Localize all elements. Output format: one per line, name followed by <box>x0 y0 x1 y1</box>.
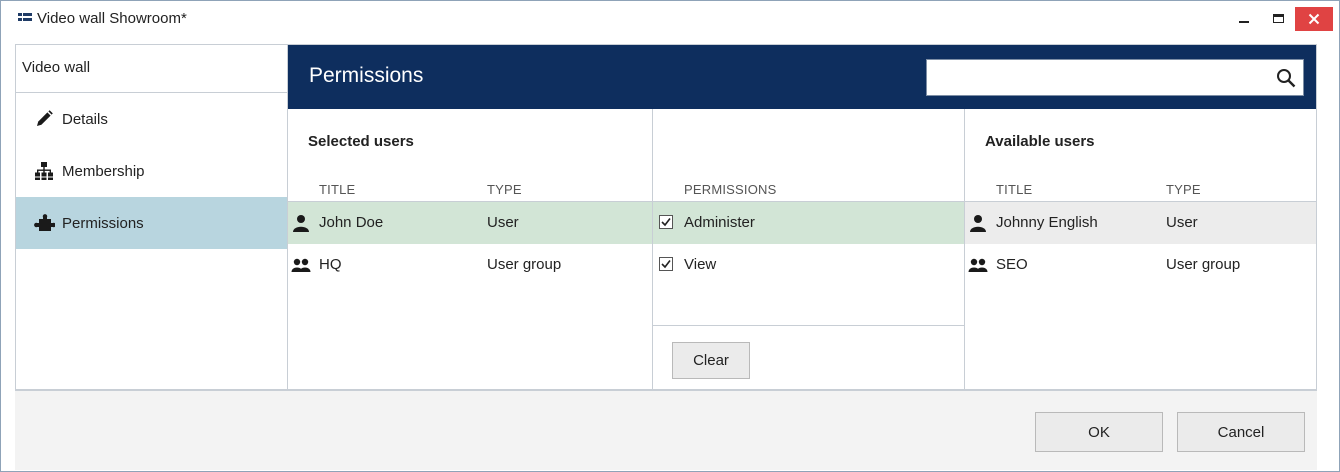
user-icon <box>970 215 986 232</box>
available-users-column-header: TITLE TYPE <box>965 177 1316 202</box>
table-row[interactable]: Johnny English User <box>965 202 1316 244</box>
permission-row[interactable]: Administer <box>653 202 964 244</box>
user-title: John Doe <box>319 214 384 231</box>
available-users-panel: Available users TITLE TYPE Johnny Englis… <box>965 109 1316 389</box>
user-icon <box>293 215 309 232</box>
main-panel: Permissions Selected users TITLE TYPE Jo… <box>287 44 1317 390</box>
checkmark-icon <box>661 218 671 227</box>
title-bar: Video wall Showroom* <box>1 1 1339 37</box>
sidebar-header: Video wall <box>16 45 287 93</box>
user-group-icon <box>968 258 988 272</box>
sidebar-item-details[interactable]: Details <box>16 93 287 145</box>
maximize-icon <box>1272 13 1284 23</box>
dialog-footer: OK Cancel <box>15 390 1317 470</box>
user-group-icon <box>291 258 311 272</box>
permission-checkbox[interactable] <box>659 257 673 271</box>
app-icon <box>18 13 32 23</box>
column-title-header[interactable]: TITLE <box>996 182 1032 197</box>
dialog-window: Video wall Showroom* Video wall Details <box>0 0 1340 472</box>
column-type-header[interactable]: TYPE <box>1166 182 1201 197</box>
ok-button[interactable]: OK <box>1035 412 1163 452</box>
search-icon[interactable] <box>1276 68 1296 88</box>
user-title: SEO <box>996 256 1028 273</box>
user-title: Johnny English <box>996 214 1098 231</box>
user-type: User <box>487 214 519 231</box>
selected-users-panel: Selected users TITLE TYPE John Doe User <box>288 109 653 389</box>
permissions-column-header: PERMISSIONS <box>653 177 964 202</box>
close-icon <box>1308 13 1320 25</box>
clear-button[interactable]: Clear <box>672 342 750 379</box>
maximize-button[interactable] <box>1261 4 1295 32</box>
permission-label: Administer <box>684 214 755 231</box>
table-row[interactable]: HQ User group <box>288 244 652 286</box>
permission-label: View <box>684 256 717 273</box>
user-title: HQ <box>319 256 342 273</box>
pencil-icon <box>33 108 55 130</box>
checkmark-icon <box>661 260 671 269</box>
column-type-header[interactable]: TYPE <box>487 182 522 197</box>
sidebar-item-label: Details <box>62 110 108 128</box>
table-row[interactable]: SEO User group <box>965 244 1316 286</box>
column-title-header[interactable]: TITLE <box>319 182 355 197</box>
permissions-panel: PERMISSIONS Administer View Clear <box>653 109 965 389</box>
close-button[interactable] <box>1295 7 1333 31</box>
permission-row[interactable]: View <box>653 244 964 286</box>
column-permissions-header: PERMISSIONS <box>684 182 777 197</box>
sidebar-item-membership[interactable]: Membership <box>16 145 287 197</box>
minimize-icon <box>1239 21 1249 23</box>
panel-header: Permissions <box>288 45 1316 109</box>
org-tree-icon <box>33 160 55 182</box>
user-type: User group <box>487 256 562 273</box>
puzzle-icon <box>33 212 55 234</box>
user-type: User group <box>1166 256 1241 273</box>
sidebar-item-label: Membership <box>62 162 145 180</box>
search-box <box>926 59 1304 96</box>
sidebar: Video wall Details Membership Permission… <box>15 44 287 390</box>
permission-checkbox[interactable] <box>659 215 673 229</box>
divider <box>653 325 964 326</box>
user-type: User <box>1166 214 1198 231</box>
selected-users-title: Selected users <box>308 133 414 150</box>
table-row[interactable]: John Doe User <box>288 202 652 244</box>
window-title: Video wall Showroom* <box>37 10 187 27</box>
sidebar-item-permissions[interactable]: Permissions <box>16 197 287 249</box>
search-input[interactable] <box>927 60 1267 95</box>
page-title: Permissions <box>309 64 424 87</box>
available-users-title: Available users <box>985 133 1095 150</box>
sidebar-item-label: Permissions <box>62 214 144 232</box>
cancel-button[interactable]: Cancel <box>1177 412 1305 452</box>
selected-users-column-header: TITLE TYPE <box>288 177 652 202</box>
minimize-button[interactable] <box>1227 4 1261 32</box>
